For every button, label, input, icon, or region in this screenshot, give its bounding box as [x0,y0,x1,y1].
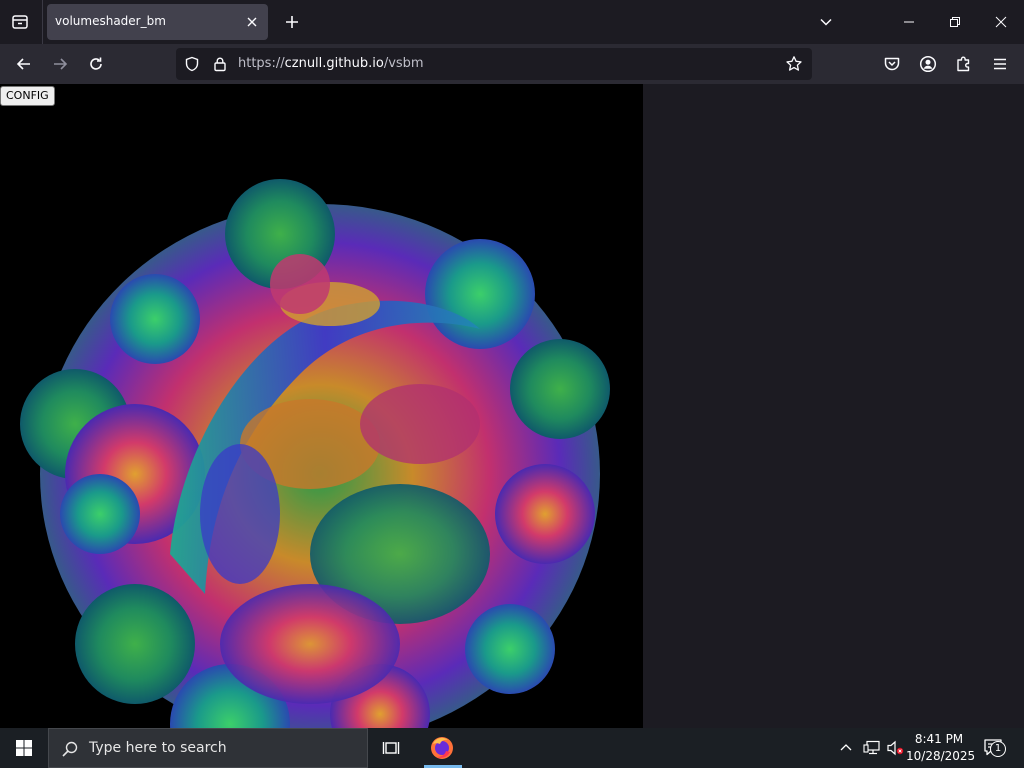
bookmark-button[interactable] [782,52,806,76]
volume-button[interactable] [884,728,906,768]
notification-count: 1 [994,743,1002,754]
account-icon [919,55,937,73]
clock-date: 10/28/2025 [906,749,976,763]
tab-title: volumeshader_bm [55,14,166,28]
tracking-protection-button[interactable] [184,56,200,72]
network-icon [863,740,880,755]
back-button[interactable] [10,50,38,78]
taskbar-search-box[interactable]: Type here to search [48,728,368,768]
pocket-icon [884,57,900,71]
reload-icon [90,57,102,70]
search-icon [62,741,78,757]
puzzle-icon [957,56,970,72]
close-window-button[interactable] [978,0,1024,44]
chevron-down-icon [820,18,832,26]
new-tab-button[interactable] [278,8,306,36]
start-button[interactable] [0,728,48,768]
shield-icon [185,56,199,72]
url-scheme: https:// [238,56,285,71]
clock[interactable]: 8:41 PM 10/28/2025 [906,731,976,765]
url-text[interactable]: https://cznull.github.io/vsbm [238,56,424,71]
pocket-button[interactable] [878,50,906,78]
web-content: CONFIG [0,84,1024,728]
network-button[interactable] [860,728,884,768]
close-icon [247,17,257,27]
clock-time: 8:41 PM [914,732,964,746]
menu-button[interactable] [986,50,1014,78]
tab-bar: volumeshader_bm [0,0,1024,44]
task-view-button[interactable] [372,728,412,768]
reload-button[interactable] [82,50,110,78]
tab-list-icon [12,15,28,29]
config-button[interactable]: CONFIG [0,86,55,106]
star-icon [786,56,802,71]
fractal-render [20,179,610,728]
chevron-up-icon [840,744,852,751]
show-hidden-icons-button[interactable] [836,728,856,768]
minimize-icon [904,21,914,23]
url-path: /vsbm [383,56,424,71]
windows-icon [16,740,32,756]
extensions-button[interactable] [950,50,978,78]
minimize-button[interactable] [886,0,932,44]
account-button[interactable] [914,50,942,78]
hamburger-icon [994,58,1006,70]
taskbar-firefox-button[interactable] [422,728,462,768]
forward-button[interactable] [46,50,74,78]
close-icon [995,16,1007,28]
tab-close-button[interactable] [244,14,260,30]
tab-list-button[interactable] [6,8,34,36]
list-all-tabs-button[interactable] [812,8,840,36]
arrow-right-icon [54,58,68,70]
task-view-icon [382,742,400,754]
url-bar[interactable]: https://cznull.github.io/vsbm [176,48,812,80]
restore-button[interactable] [932,0,978,44]
render-canvas[interactable]: CONFIG [0,84,643,728]
plus-icon [286,16,298,28]
tab-separator [42,0,43,44]
navigation-toolbar: https://cznull.github.io/vsbm [0,44,1024,84]
arrow-left-icon [16,58,30,70]
taskbar: Type here to search 8:41 PM 10/28/2025 1 [0,728,1024,768]
notification-badge: 1 [990,741,1006,757]
firefox-icon [431,737,453,759]
url-domain: cznull.github.io [284,56,384,71]
tab-active[interactable]: volumeshader_bm [47,4,268,40]
restore-icon [950,17,960,27]
lock-icon [214,57,226,72]
speaker-muted-icon [887,740,904,756]
search-placeholder: Type here to search [89,740,227,756]
site-info-button[interactable] [212,56,228,72]
